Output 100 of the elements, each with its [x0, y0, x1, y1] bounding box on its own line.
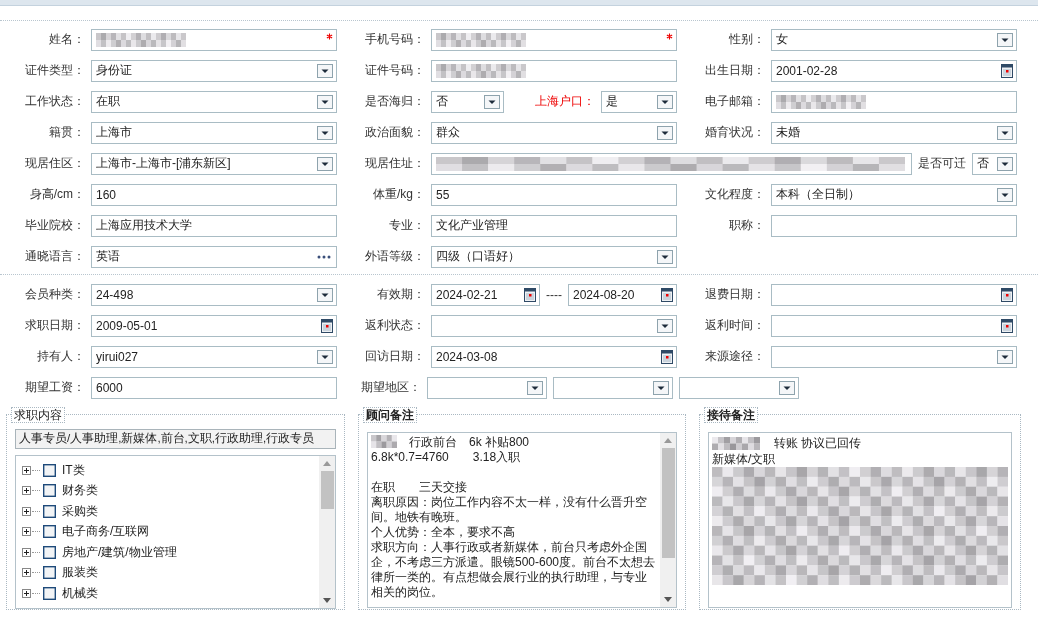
field-label: ----: [546, 287, 562, 302]
input-field[interactable]: [431, 152, 912, 175]
notes-text: 新媒体/文职: [712, 450, 776, 468]
field-label: 政治面貌：: [364, 124, 425, 141]
panel-title: 接待备注: [704, 407, 758, 423]
checkbox[interactable]: [43, 504, 56, 518]
dropdown[interactable]: 否: [972, 152, 1017, 175]
field-label: 返利状态：: [364, 317, 425, 334]
notes-text: 6.8k*0.7=4760 3.18入职: [371, 450, 521, 465]
input-field[interactable]: [431, 59, 677, 82]
calendar-icon[interactable]: [1001, 63, 1013, 78]
notes-text: 求职方向：人事行政或者新媒体，前台只考虑外企国企，不考虑三方派遣。眼镜500-600度。前台不太想去律所一类的。有点想做会展行业的执行助理，与专业相关的岗位。: [371, 540, 657, 600]
notes-textarea[interactable]: 行政前台 6k 补贴800 6.8k*0.7=4760 3.18入职 在职 三天交接 离职原因：岗位工作内容不太一样，没有什么晋升空间。地铁有晚班。 个人优势：全本，要求不高 求职方向：人事行政或者新媒体，前台只考虑外企国企，不考虑三方派遣。眼镜500-600度。前台不太想去律所一类的。有点想做会展行业的执行助理，与专业相关的岗位。: [367, 432, 677, 608]
field-label: 来源途径：: [704, 348, 765, 365]
dropdown[interactable]: 是: [601, 90, 677, 113]
notes-text: 个人优势：全本，要求不高: [371, 525, 515, 540]
dropdown[interactable]: 上海市-上海市-[浦东新区]: [91, 152, 337, 175]
expand-icon[interactable]: [22, 506, 31, 516]
input-field[interactable]: [771, 90, 1017, 113]
field-label: 会员种类：: [24, 286, 85, 303]
checkbox[interactable]: [43, 484, 56, 498]
checkbox[interactable]: [43, 545, 56, 559]
input-field[interactable]: 6000: [91, 376, 337, 399]
notes-textarea[interactable]: 转账 协议已回传 新媒体/文职: [708, 432, 1012, 608]
field-label: 外语等级：: [364, 248, 425, 265]
input-field[interactable]: [431, 28, 677, 51]
field-label: 证件号码：: [364, 62, 425, 79]
date-field[interactable]: 2024-03-08: [431, 345, 677, 368]
scrollbar[interactable]: [660, 433, 676, 607]
dropdown[interactable]: 在职: [91, 90, 337, 113]
input-field[interactable]: [771, 214, 1017, 237]
more-icon[interactable]: [317, 254, 331, 259]
field-label: 证件类型：: [24, 62, 85, 79]
calendar-icon[interactable]: [321, 318, 333, 333]
calendar-icon[interactable]: [661, 349, 673, 364]
date-field[interactable]: [771, 283, 1017, 306]
date-field[interactable]: 2024-08-20: [568, 283, 677, 306]
expand-icon[interactable]: [22, 568, 31, 578]
field-label: 是否可迁: [918, 155, 966, 172]
field-label: 期望地区：: [360, 379, 421, 396]
expand-icon[interactable]: [22, 527, 31, 537]
field-label: 文化程度：: [704, 186, 765, 203]
calendar-icon[interactable]: [1001, 287, 1013, 302]
checkbox[interactable]: [43, 586, 56, 600]
dropdown[interactable]: 四级（口语好）: [431, 245, 677, 268]
dropdown[interactable]: yirui027: [91, 345, 337, 368]
input-field[interactable]: 人事专员/人事助理,新媒体,前台,文职,行政助理,行政专员: [15, 429, 336, 449]
input-field[interactable]: 160: [91, 183, 337, 206]
calendar-icon[interactable]: [1001, 318, 1013, 333]
field-label: 籍贯：: [48, 124, 85, 141]
tree-item[interactable]: 机械类: [62, 584, 98, 602]
dropdown[interactable]: 上海市: [91, 121, 337, 144]
input-field[interactable]: [91, 28, 337, 51]
checkbox[interactable]: [43, 566, 56, 580]
field-label: 出生日期：: [704, 62, 765, 79]
field-label: 体重/kg：: [372, 186, 425, 203]
tree-item[interactable]: 服装类: [62, 564, 98, 582]
calendar-icon[interactable]: [524, 287, 536, 302]
field-label: 手机号码：: [364, 31, 425, 48]
input-field[interactable]: 55: [431, 183, 677, 206]
field-label: 工作状态：: [24, 93, 85, 110]
dropdown[interactable]: 身份证: [91, 59, 337, 82]
dropdown[interactable]: 女: [771, 28, 1017, 51]
input-field[interactable]: 文化产业管理: [431, 214, 677, 237]
scrollbar[interactable]: [319, 456, 335, 608]
checkbox[interactable]: [43, 463, 56, 477]
field-label: 返利时间：: [704, 317, 765, 334]
field-label: 性别：: [728, 31, 765, 48]
dropdown[interactable]: 群众: [431, 121, 677, 144]
date-field[interactable]: 2001-02-28: [771, 59, 1017, 82]
field-label: 姓名：: [48, 31, 85, 48]
calendar-icon[interactable]: [661, 287, 673, 302]
lookup-field[interactable]: 英语: [91, 245, 337, 268]
field-label: 身高/cm：: [28, 186, 85, 203]
dropdown[interactable]: 本科（全日制）: [771, 183, 1017, 206]
tree-item[interactable]: 房地产/建筑/物业管理: [62, 543, 177, 561]
date-field[interactable]: [771, 314, 1017, 337]
tree-item[interactable]: 电子商务/互联网: [62, 523, 150, 541]
field-label: 通晓语言：: [24, 248, 85, 265]
field-label: 毕业院校：: [24, 217, 85, 234]
tree-item[interactable]: 采购类: [62, 502, 98, 520]
tree-item[interactable]: 财务类: [62, 482, 98, 500]
expand-icon[interactable]: [22, 547, 31, 557]
tree-item[interactable]: IT类: [62, 461, 85, 479]
panel-title: 求职内容: [11, 407, 65, 423]
expand-icon[interactable]: [22, 588, 31, 598]
field-label: 持有人：: [36, 348, 85, 365]
dropdown[interactable]: 24-498: [91, 283, 337, 306]
notes-text: 行政前台 6k 补贴800: [409, 435, 530, 450]
date-field[interactable]: 2024-02-21: [431, 283, 540, 306]
input-field[interactable]: 上海应用技术大学: [91, 214, 337, 237]
date-field[interactable]: 2009-05-01: [91, 314, 337, 337]
expand-icon[interactable]: [22, 465, 31, 475]
dropdown[interactable]: 否: [431, 90, 504, 113]
checkbox[interactable]: [43, 525, 56, 539]
field-label: 专业：: [388, 217, 425, 234]
field-label: 是否海归：: [364, 93, 425, 110]
notes-text: 在职 三天交接: [371, 479, 467, 495]
dropdown[interactable]: 未婚: [771, 121, 1017, 144]
expand-icon[interactable]: [22, 486, 31, 496]
